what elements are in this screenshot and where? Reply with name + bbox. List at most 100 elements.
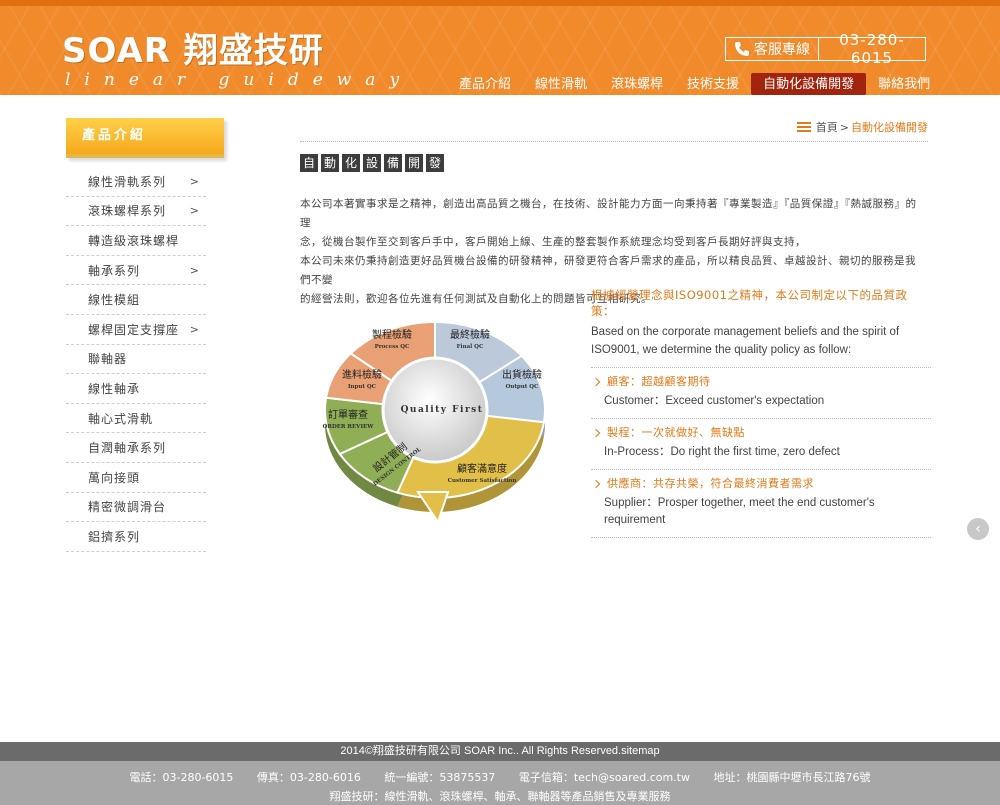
intro-line: 本公司未來仍秉持創造更好品質機台設備的研發精神，研發更符合客戶需求的產品，所以精…: [300, 255, 916, 286]
sidebar-item[interactable]: 精密微調滑台: [66, 493, 206, 523]
sidebar-item[interactable]: 萬向接頭: [66, 463, 206, 493]
sidebar-title: 產品介紹: [82, 128, 147, 143]
sidebar-item-label: 線性軸承: [88, 381, 141, 396]
footer-tax-id: 統一編號：53875537: [384, 771, 496, 784]
center-label: Quality First: [401, 405, 484, 415]
site-logo[interactable]: SOAR 翔盛技研 linear guideway: [62, 32, 413, 90]
sidebar-list: 線性滑軌系列 > 滾珠螺桿系列 > 轉造級滾珠螺桿 軸承系列 > 線性模組螺桿固定支撐座 > 聯軸…: [66, 167, 206, 552]
intro-line: 念，從機台製作至交到客戶手中，客戶開始上線、生產的整套製作系統理念均受到客戶長期…: [300, 236, 806, 248]
quality-policy: 根據經營理念與ISO9001之精神，本公司制定以下的品質政策： Based on…: [591, 287, 931, 538]
chevron-right-icon: [591, 428, 601, 438]
footer-description: 翔盛技研：線性滑軌、滾珠螺桿、軸承、聯軸器等產品銷售及專業服務: [329, 790, 671, 803]
page-title-char: 自: [300, 154, 318, 172]
policy-intro-en: Based on the corporate management belief…: [591, 323, 931, 359]
footer-fax: 傳真：03-280-6016: [256, 771, 361, 784]
page-title-char: 設: [363, 154, 381, 172]
intro-line: 本公司本著實事求是之精神，創造出高品質之機台，在技術、設計能力方面一向秉持著『專…: [300, 198, 917, 229]
hotline-label: 客服專線: [754, 42, 810, 58]
sidebar-item-label: 萬向接頭: [88, 470, 141, 485]
nav-item-contact[interactable]: 聯絡我們: [866, 73, 942, 95]
policy-item: 顧客：超越顧客期待 Customer：Exceed customer's exp…: [591, 368, 931, 419]
sidebar-item-label: 軸承系列: [88, 263, 141, 278]
sidebar-item-label: 線性滑軌系列: [88, 174, 167, 189]
nav-item-products[interactable]: 產品介紹: [447, 73, 523, 95]
policy-heading: 根據經營理念與ISO9001之精神，本公司制定以下的品質政策：: [591, 288, 908, 318]
footer-info: 電話：03-280-6015 傳真：03-280-6016 統一編號：53875…: [0, 761, 1000, 805]
chevron-right-icon: >: [189, 263, 200, 277]
pie-label-en: ORDER REVIEW: [323, 424, 375, 430]
policy-item: 製程：一次就做好、無缺點 In-Process：Do right the fir…: [591, 419, 931, 470]
sidebar-item[interactable]: 滾珠螺桿系列 >: [66, 197, 206, 227]
quality-cycle-diagram: Quality First 製程檢驗 Process QC 最終檢驗 Final QC…: [323, 320, 546, 525]
sidebar-item[interactable]: 線性模組: [66, 285, 206, 315]
sidebar-item[interactable]: 螺桿固定支撐座 >: [66, 315, 206, 345]
sidebar-item-label: 聯軸器: [88, 352, 128, 367]
nav-item-linear-guideway[interactable]: 線性滑軌: [523, 73, 599, 95]
logo-sub-text: linear guideway: [65, 70, 414, 90]
sidebar-item[interactable]: 軸心式滑軌: [66, 404, 206, 434]
sidebar-item[interactable]: 轉造級滾珠螺桿: [66, 226, 206, 256]
main-nav: 產品介紹 線性滑軌 滾珠螺桿 技術支援 自動化設備開發 聯絡我們: [447, 73, 942, 95]
policy-item-en: Customer：Exceed customer's expectation: [604, 395, 825, 407]
pie-label-en: Input QC: [348, 384, 377, 390]
pie-label-zh: 訂單審查: [328, 408, 368, 421]
policy-intro-line: ISO9001, we determine the quality policy…: [591, 344, 852, 356]
chevron-right-icon: [591, 479, 601, 489]
chevron-right-icon: >: [189, 174, 200, 188]
footer-phone: 電話：03-280-6015: [129, 771, 234, 784]
sidebar-item-label: 轉造級滾珠螺桿: [88, 233, 180, 248]
pie-label-zh: 顧客滿意度: [457, 462, 507, 475]
chevron-right-icon: [591, 377, 601, 387]
sidebar-item[interactable]: 聯軸器: [66, 345, 206, 375]
sidebar: 產品介紹 線性滑軌系列 > 滾珠螺桿系列 > 轉造級滾珠螺桿 軸承系列 > 線性模組螺桿固定支…: [66, 118, 224, 552]
pie-label-en: Final QC: [457, 344, 484, 350]
pie-label-zh: 製程檢驗: [372, 328, 412, 341]
sidebar-item-label: 精密微調滑台: [88, 500, 167, 515]
hotline-label-box: 客服專線: [726, 38, 819, 60]
site-header: SOAR 翔盛技研 linear guideway 客服專線 03-280-60…: [0, 0, 1000, 95]
page-title-char: 動: [321, 154, 339, 172]
logo-main-text: SOAR 翔盛技研: [62, 31, 324, 71]
breadcrumb-divider: [300, 141, 928, 142]
sidebar-item[interactable]: 線性滑軌系列 >: [66, 167, 206, 197]
pie-label-zh: 出貨檢驗: [502, 368, 542, 381]
sidebar-item[interactable]: 鋁擠系列: [66, 522, 206, 552]
phone-icon: [735, 42, 749, 56]
sidebar-item-label: 滾珠螺桿系列: [88, 204, 167, 219]
breadcrumb-separator: >: [839, 120, 849, 134]
footer-address: 地址：桃園縣中壢市長江路76號: [713, 771, 871, 784]
sidebar-item[interactable]: 線性軸承: [66, 374, 206, 404]
nav-item-ball-screw[interactable]: 滾珠螺桿: [599, 73, 675, 95]
policy-item-zh: 顧客：超越顧客期待: [607, 375, 711, 388]
back-arrow-icon[interactable]: ‹: [967, 518, 989, 540]
policy-intro-line: Based on the corporate management belief…: [591, 326, 900, 338]
nav-item-tech-support[interactable]: 技術支援: [675, 73, 751, 95]
sidebar-item-label: 軸心式滑軌: [88, 411, 154, 426]
nav-item-automation[interactable]: 自動化設備開發: [751, 73, 867, 95]
policy-item-en: In-Process：Do right the first time, zero…: [604, 446, 840, 458]
footer-email[interactable]: 電子信箱：tech@soared.com.tw: [519, 771, 690, 784]
pie-label-en: Process QC: [375, 344, 410, 350]
sidebar-item-label: 鋁擠系列: [88, 529, 141, 544]
menu-lines-icon: [796, 122, 811, 132]
footer-copyright: 2014©翔盛技研有限公司 SOAR Inc.. All Rights Rese…: [0, 742, 1000, 761]
pie-label-zh: 進料檢驗: [342, 368, 382, 381]
page-title-char: 發: [426, 154, 444, 172]
breadcrumb-home[interactable]: 首頁: [816, 119, 838, 135]
policy-item-zh: 供應商：共存共榮，符合最終消費者需求: [607, 477, 814, 490]
pie-label-en: Output QC: [506, 384, 539, 390]
hotline-number: 03-280-6015: [839, 31, 905, 67]
sidebar-item[interactable]: 自潤軸承系列: [66, 433, 206, 463]
sidebar-item[interactable]: 軸承系列 >: [66, 256, 206, 286]
page-title-char: 備: [384, 154, 402, 172]
pie-label-en: Customer Satisfaction: [448, 478, 517, 484]
sidebar-item-label: 線性模組: [88, 293, 141, 308]
chevron-right-icon: >: [189, 204, 200, 218]
policy-item-en: Supplier：Prosper together, meet the end …: [604, 497, 875, 526]
pie-label-zh: 最終檢驗: [450, 328, 490, 341]
chevron-right-icon: >: [189, 322, 200, 336]
page-title-char: 開: [405, 154, 423, 172]
policy-item: 供應商：共存共榮，符合最終消費者需求 Supplier：Prosper toge…: [591, 470, 931, 538]
page-title-char: 化: [342, 154, 360, 172]
policy-item-zh: 製程：一次就做好、無缺點: [607, 426, 745, 439]
